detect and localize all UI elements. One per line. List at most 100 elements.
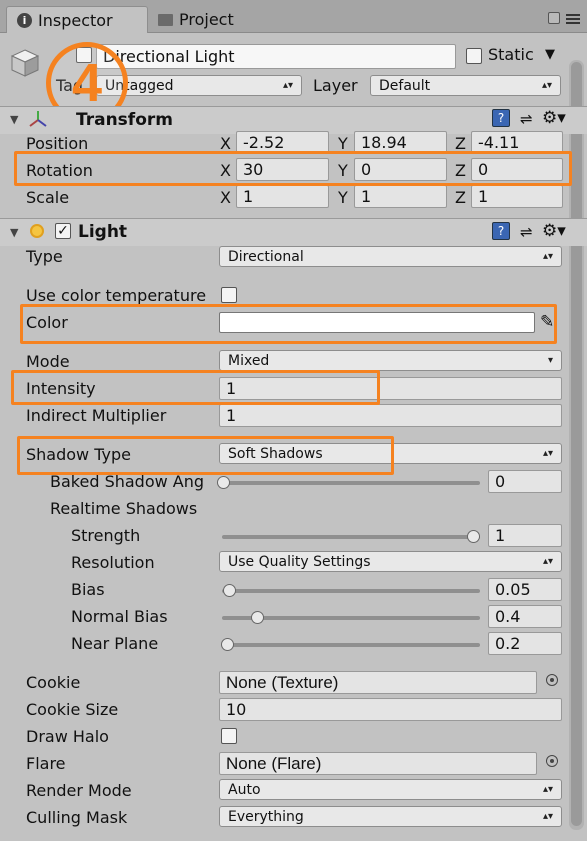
- transform-title: Transform: [76, 110, 173, 130]
- cookie-size-label: Cookie Size: [26, 700, 119, 719]
- transform-foldout-icon[interactable]: ▼: [10, 113, 18, 126]
- cookie-value: None (Texture): [226, 672, 339, 692]
- indirect-multiplier-value: 1: [226, 406, 237, 425]
- layer-label: Layer: [313, 76, 358, 95]
- baked-shadow-angle-field[interactable]: 0: [488, 470, 562, 493]
- near-plane-knob[interactable]: [221, 638, 234, 651]
- light-foldout-icon[interactable]: ▼: [10, 226, 18, 239]
- preset-icon[interactable]: ⇌: [520, 110, 533, 128]
- bias-value: 0.05: [495, 580, 531, 599]
- culling-mask-label: Culling Mask: [26, 808, 128, 827]
- bias-track[interactable]: [222, 589, 480, 593]
- normal-bias-value: 0.4: [495, 607, 521, 626]
- baked-shadow-angle-track[interactable]: [222, 481, 480, 485]
- cookie-field[interactable]: None (Texture): [219, 671, 537, 694]
- type-value: Directional: [228, 248, 304, 265]
- strength-value: 1: [495, 526, 506, 545]
- info-icon: i: [17, 12, 32, 28]
- position-x-value: -2.52: [243, 133, 285, 152]
- bias-label: Bias: [71, 580, 105, 599]
- near-plane-field[interactable]: 0.2: [488, 632, 562, 655]
- cookie-size-value: 10: [226, 700, 247, 719]
- indirect-multiplier-label: Indirect Multiplier: [26, 406, 167, 425]
- scale-z-label[interactable]: Z: [455, 188, 466, 207]
- baked-shadow-angle-value: 0: [495, 472, 506, 491]
- normal-bias-field[interactable]: 0.4: [488, 605, 562, 628]
- use-color-temperature-label: Use color temperature: [26, 286, 207, 305]
- resolution-label: Resolution: [71, 553, 155, 572]
- draw-halo-checkbox[interactable]: [221, 728, 237, 744]
- flare-value: None (Flare): [226, 753, 322, 773]
- settings-gear-icon[interactable]: ⚙▾: [542, 221, 566, 241]
- strength-field[interactable]: 1: [488, 524, 562, 547]
- rotation-highlight: [14, 151, 572, 186]
- mode-value: Mixed: [228, 352, 270, 369]
- scrollbar-thumb[interactable]: [571, 62, 582, 826]
- scale-x-field[interactable]: 1: [236, 185, 329, 208]
- light-icon: [30, 224, 44, 238]
- normal-bias-label: Normal Bias: [71, 607, 168, 626]
- type-label: Type: [26, 247, 63, 266]
- object-picker-icon[interactable]: [546, 755, 558, 767]
- mode-dropdown[interactable]: Mixed ▾: [219, 350, 562, 371]
- light-title: Light: [78, 222, 128, 242]
- bias-field[interactable]: 0.05: [488, 578, 562, 601]
- static-dropdown-arrow[interactable]: ▼: [545, 47, 555, 62]
- shadow-type-highlight: [17, 436, 394, 475]
- strength-track[interactable]: [222, 535, 480, 539]
- help-icon[interactable]: ?: [492, 222, 510, 240]
- mode-label: Mode: [26, 352, 70, 371]
- tab-project-label: Project: [179, 10, 234, 29]
- cube-icon: [10, 49, 40, 77]
- scale-label: Scale: [26, 188, 70, 207]
- step-badge-number: 4: [71, 53, 103, 113]
- lock-icon[interactable]: [548, 12, 560, 24]
- cookie-size-field[interactable]: 10: [219, 698, 562, 721]
- indirect-multiplier-field[interactable]: 1: [219, 404, 562, 427]
- culling-mask-value: Everything: [228, 808, 304, 825]
- strength-knob[interactable]: [467, 530, 480, 543]
- cookie-label: Cookie: [26, 673, 81, 692]
- render-mode-dropdown[interactable]: Auto ▴▾: [219, 779, 562, 800]
- render-mode-value: Auto: [228, 781, 261, 798]
- scale-z-field[interactable]: 1: [471, 185, 563, 208]
- use-color-temperature-checkbox[interactable]: [221, 287, 237, 303]
- static-label: Static: [488, 45, 534, 64]
- menu-icon[interactable]: [566, 14, 580, 16]
- baked-shadow-angle-knob[interactable]: [217, 476, 230, 489]
- near-plane-track[interactable]: [222, 643, 480, 647]
- resolution-value: Use Quality Settings: [228, 553, 371, 570]
- scale-x-value: 1: [243, 187, 254, 206]
- flare-field[interactable]: None (Flare): [219, 752, 537, 775]
- object-picker-icon[interactable]: [546, 674, 558, 686]
- settings-gear-icon[interactable]: ⚙▾: [542, 108, 566, 128]
- static-checkbox[interactable]: [466, 48, 482, 64]
- type-dropdown[interactable]: Directional ▴▾: [219, 246, 562, 267]
- resolution-dropdown[interactable]: Use Quality Settings ▴▾: [219, 551, 562, 572]
- strength-label: Strength: [71, 526, 141, 545]
- scale-y-field[interactable]: 1: [354, 185, 447, 208]
- render-mode-label: Render Mode: [26, 781, 132, 800]
- color-highlight: [20, 304, 557, 344]
- object-name-field[interactable]: Directional Light: [96, 44, 456, 69]
- intensity-highlight: [11, 370, 380, 405]
- layer-value: Default: [379, 77, 431, 94]
- normal-bias-knob[interactable]: [251, 611, 264, 624]
- near-plane-value: 0.2: [495, 634, 521, 653]
- scale-y-label[interactable]: Y: [338, 188, 348, 207]
- preset-icon[interactable]: ⇌: [520, 223, 533, 241]
- tab-inspector-label: Inspector: [38, 10, 113, 30]
- layer-dropdown[interactable]: Default ▴▾: [370, 75, 561, 96]
- realtime-shadows-label: Realtime Shadows: [50, 499, 198, 518]
- near-plane-label: Near Plane: [71, 634, 159, 653]
- tab-project[interactable]: Project: [148, 6, 260, 33]
- help-icon[interactable]: ?: [492, 109, 510, 127]
- light-enabled-checkbox[interactable]: ✓: [55, 223, 71, 239]
- scale-y-value: 1: [361, 187, 372, 206]
- tab-inspector[interactable]: i Inspector: [6, 6, 148, 33]
- scale-x-label[interactable]: X: [220, 188, 231, 207]
- culling-mask-dropdown[interactable]: Everything ▴▾: [219, 806, 562, 827]
- bias-knob[interactable]: [223, 584, 236, 597]
- position-z-value: -4.11: [478, 133, 520, 152]
- flare-label: Flare: [26, 754, 66, 773]
